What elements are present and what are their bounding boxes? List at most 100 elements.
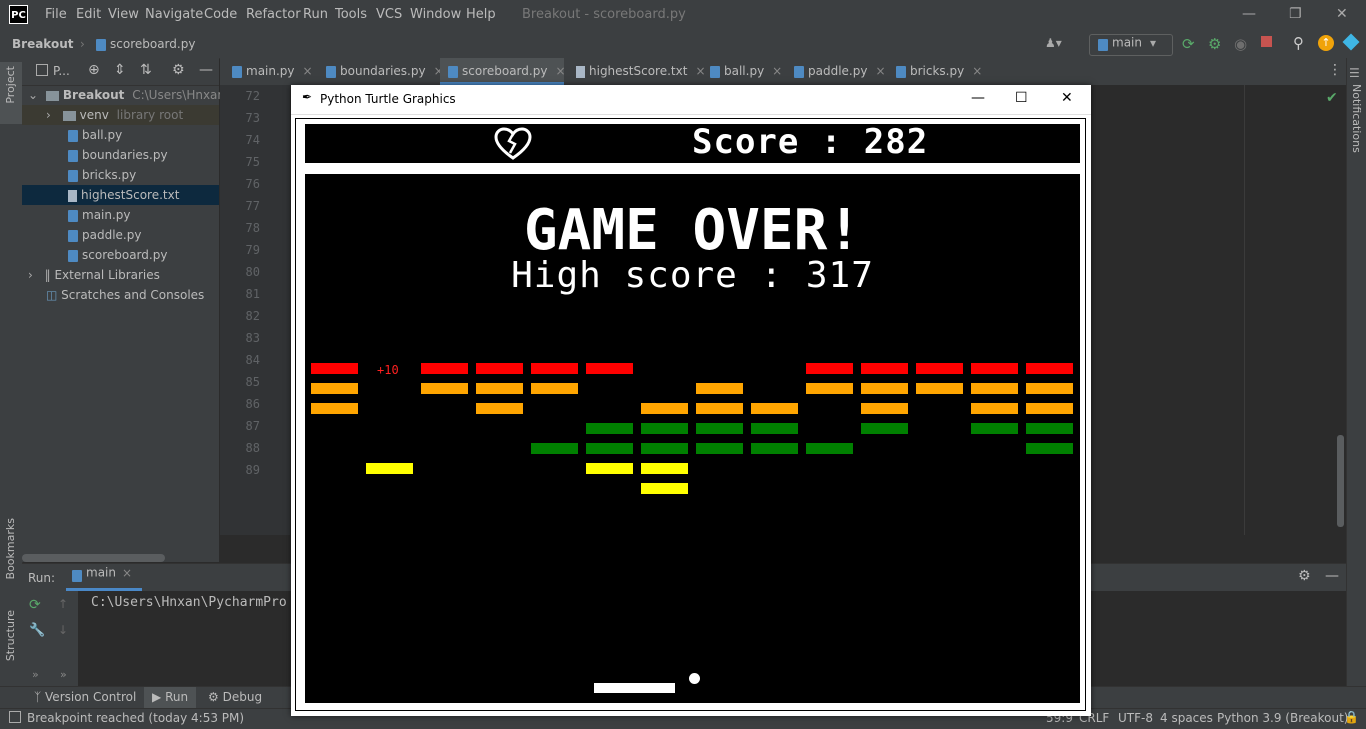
tab-highestscore-txt[interactable]: highestScore.txt × — [566, 58, 706, 85]
brick-red — [476, 363, 523, 374]
project-tool-label[interactable]: Project — [4, 66, 17, 104]
menu-help[interactable]: Help — [466, 7, 496, 22]
minimize-icon[interactable]: — — [971, 90, 985, 106]
project-panel-title[interactable]: P... — [53, 64, 70, 78]
menu-run[interactable]: Run — [303, 7, 328, 22]
rerun-icon[interactable]: ⟳ — [29, 597, 41, 613]
tree-item-scratches[interactable]: ◫ Scratches and Consoles — [22, 285, 219, 305]
notifications-tool-label[interactable]: Notifications — [1350, 84, 1363, 153]
close-tab-icon[interactable]: × — [122, 566, 132, 580]
tab-main-py[interactable]: main.py × — [222, 58, 318, 85]
bookmarks-tool-label[interactable]: Bookmarks — [4, 518, 17, 579]
close-tab-icon[interactable]: × — [555, 64, 565, 78]
brick-orange — [311, 383, 358, 394]
tree-item-root[interactable]: ⌄ Breakout C:\Users\Hnxan\P — [22, 85, 236, 105]
menu-window[interactable]: Window — [410, 7, 461, 22]
run-config-selector[interactable]: main ▾ — [1089, 34, 1173, 56]
brick-red — [916, 363, 963, 374]
horizontal-scrollbar[interactable] — [22, 554, 165, 562]
close-icon[interactable]: ✕ — [1336, 6, 1348, 22]
tab-label: boundaries.py — [340, 64, 426, 78]
gear-icon[interactable]: ⚙ — [1298, 568, 1311, 584]
tab-version-control[interactable]: ᛉ Version Control — [34, 690, 136, 704]
tree-item-file[interactable]: paddle.py — [22, 225, 219, 245]
search-icon[interactable]: ⚲ — [1293, 34, 1304, 52]
rerun-icon[interactable]: ⟳ — [1182, 35, 1195, 53]
branch-icon: ᛉ — [34, 690, 42, 704]
tab-boundaries-py[interactable]: boundaries.py × — [318, 58, 444, 85]
tab-run[interactable]: ▶ Run — [144, 687, 196, 708]
brick-green — [751, 423, 798, 434]
menu-code[interactable]: Code — [204, 7, 237, 22]
line-number: 72 — [245, 89, 260, 103]
brick-red — [1026, 363, 1073, 374]
tree-item-file[interactable]: main.py — [22, 205, 219, 225]
expand-all-icon[interactable]: ⇕ — [114, 62, 126, 78]
tree-item-file[interactable]: bricks.py — [22, 165, 219, 185]
tree-item-file[interactable]: ball.py — [22, 125, 219, 145]
menu-edit[interactable]: Edit — [76, 7, 101, 22]
arrow-up-icon[interactable]: ↑ — [58, 597, 68, 611]
brick-orange — [421, 383, 468, 394]
breadcrumb-project[interactable]: Breakout — [12, 37, 73, 51]
menu-navigate[interactable]: Navigate — [145, 7, 203, 22]
tab-paddle-py[interactable]: paddle.py × — [786, 58, 888, 85]
stop-icon[interactable] — [1261, 36, 1272, 47]
run-config-tab[interactable]: main × — [66, 564, 142, 591]
status-message[interactable]: Breakpoint reached (today 4:53 PM) — [27, 711, 244, 725]
wrench-icon[interactable]: 🔧 — [29, 623, 45, 638]
menu-tools[interactable]: Tools — [335, 7, 367, 22]
tab-scoreboard-py[interactable]: scoreboard.py × — [440, 58, 566, 85]
file-encoding[interactable]: UTF-8 — [1118, 711, 1153, 725]
python-file-icon — [68, 249, 78, 262]
update-icon[interactable]: ↑ — [1318, 35, 1334, 51]
breadcrumb-file[interactable]: scoreboard.py — [96, 37, 195, 51]
line-number: 80 — [245, 265, 260, 279]
close-tab-icon[interactable]: × — [972, 64, 982, 78]
tab-debug[interactable]: ⚙ Debug — [208, 690, 262, 704]
hide-panel-icon[interactable]: — — [1325, 568, 1339, 584]
more-icon[interactable]: » — [32, 668, 39, 681]
tree-item-file[interactable]: highestScore.txt — [22, 185, 219, 205]
tree-item-file[interactable]: boundaries.py — [22, 145, 219, 165]
tab-bricks-py[interactable]: bricks.py × — [888, 58, 988, 85]
right-margin-guide — [1244, 85, 1245, 535]
gear-icon[interactable]: ⚙ — [172, 62, 185, 78]
more-icon[interactable]: » — [60, 668, 67, 681]
tree-item-external-libraries[interactable]: › ‖ External Libraries — [22, 265, 219, 285]
arrow-down-icon[interactable]: ↓ — [58, 623, 68, 637]
more-tabs-icon[interactable]: ⋮ — [1328, 62, 1342, 78]
tree-item-venv[interactable]: › venv library root — [22, 105, 219, 125]
menu-refactor[interactable]: Refactor — [246, 7, 301, 22]
debug-bug-icon[interactable]: ⚙ — [1208, 35, 1221, 53]
left-tool-stripe — [0, 58, 23, 686]
menu-vcs[interactable]: VCS — [376, 7, 402, 22]
collapse-all-icon[interactable]: ⇅ — [140, 62, 152, 78]
indent-setting[interactable]: 4 spaces — [1160, 711, 1213, 725]
menu-file[interactable]: File — [45, 7, 67, 22]
close-tab-icon[interactable]: × — [772, 64, 782, 78]
tab-ball-py[interactable]: ball.py × — [702, 58, 786, 85]
locate-icon[interactable]: ⊕ — [88, 62, 100, 78]
close-icon[interactable]: ✕ — [1061, 90, 1073, 106]
tree-item-file[interactable]: scoreboard.py — [22, 245, 219, 265]
hide-panel-icon[interactable]: — — [199, 62, 213, 78]
coverage-icon[interactable]: ◉ — [1234, 35, 1247, 53]
console-output: C:\Users\Hnxan\PycharmPro — [91, 595, 287, 610]
vertical-scrollbar[interactable] — [1337, 435, 1344, 527]
minimize-icon[interactable]: — — [1242, 6, 1256, 22]
tree-item-label: paddle.py — [82, 228, 142, 242]
restore-icon[interactable]: ❐ — [1289, 6, 1302, 22]
python-file-icon — [96, 38, 106, 51]
close-tab-icon[interactable]: × — [303, 64, 313, 78]
lock-icon[interactable]: 🔒 — [1344, 710, 1359, 724]
broken-heart-icon — [494, 127, 532, 160]
menu-view[interactable]: View — [108, 7, 139, 22]
maximize-icon[interactable]: ☐ — [1015, 90, 1028, 106]
close-tab-icon[interactable]: × — [875, 64, 885, 78]
structure-tool-label[interactable]: Structure — [4, 610, 17, 661]
status-toggle-icon[interactable] — [9, 711, 21, 723]
user-icon[interactable]: ♟▾ — [1045, 36, 1062, 50]
bell-icon[interactable]: ☰ — [1349, 66, 1360, 80]
python-interpreter[interactable]: Python 3.9 (Breakout) — [1217, 711, 1348, 725]
